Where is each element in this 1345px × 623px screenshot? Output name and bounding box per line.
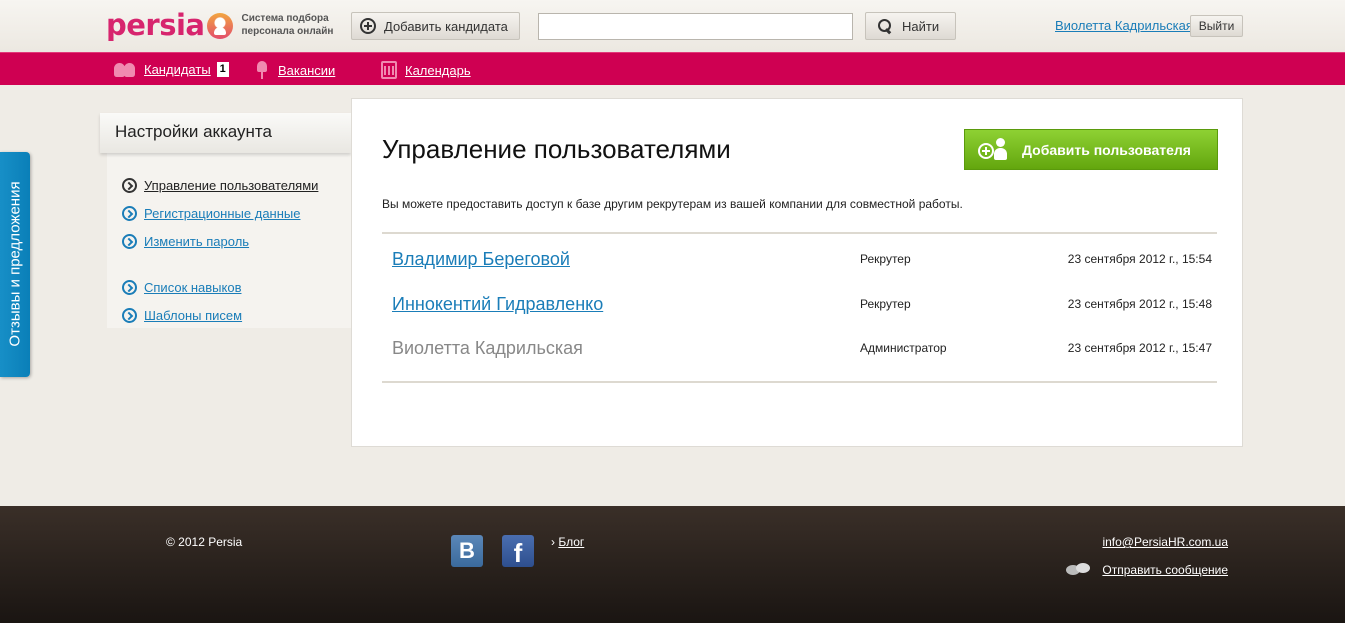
copyright: © 2012 Persia bbox=[166, 535, 243, 549]
send-message: Отправить сообщение bbox=[1066, 563, 1228, 577]
sidebar-item-label[interactable]: Шаблоны писем bbox=[144, 308, 242, 323]
search-button-label: Найти bbox=[902, 18, 940, 34]
chair-icon bbox=[254, 61, 270, 79]
chevron-right-icon bbox=[122, 307, 137, 323]
chevron-right-icon bbox=[122, 177, 137, 193]
user-row: Владимир Береговой Рекрутер 23 сентября … bbox=[382, 241, 1217, 285]
chevron-right-icon: › bbox=[551, 535, 555, 549]
user-row: Виолетта Кадрильская Администратор 23 се… bbox=[382, 330, 1217, 374]
page-title: Управление пользователями bbox=[382, 134, 731, 164]
facebook-icon[interactable]: f bbox=[502, 535, 534, 567]
user-name-text: Виолетта Кадрильская bbox=[392, 338, 583, 358]
user-date: 23 сентября 2012 г., 15:54 bbox=[1067, 252, 1212, 266]
chat-bubbles-icon bbox=[1066, 563, 1092, 577]
logo-tagline: Система подбора персонала онлайн bbox=[242, 12, 334, 38]
add-user-button[interactable]: Добавить пользователя bbox=[964, 129, 1218, 170]
search-input[interactable] bbox=[538, 13, 853, 40]
sidebar-menu: Управление пользователями Регистрационны… bbox=[122, 171, 318, 329]
nav-vacancies-link[interactable]: Вакансии bbox=[278, 63, 335, 78]
candidates-count-badge: 1 bbox=[216, 61, 229, 77]
logo[interactable]: persia Система подбора персонала онлайн bbox=[106, 8, 333, 42]
tagline-line-2: персонала онлайн bbox=[241, 26, 334, 37]
divider bbox=[382, 232, 1217, 234]
footer: © 2012 Persia B f › Блог info@PersiaHR.c… bbox=[0, 506, 1345, 623]
sidebar-item-skills-list[interactable]: Список навыков bbox=[122, 273, 318, 301]
nav-item-candidates[interactable]: Кандидаты 1 bbox=[114, 61, 229, 77]
sidebar-item-label[interactable]: Изменить пароль bbox=[144, 234, 249, 249]
nav-candidates-link[interactable]: Кандидаты bbox=[144, 62, 211, 77]
user-row: Иннокентий Гидравленко Рекрутер 23 сентя… bbox=[382, 286, 1217, 330]
current-user-link[interactable]: Виолетта Кадрильская bbox=[1055, 18, 1193, 33]
chevron-right-icon bbox=[122, 279, 137, 295]
sidebar-item-email-templates[interactable]: Шаблоны писем bbox=[122, 301, 318, 329]
user-role: Рекрутер bbox=[860, 297, 911, 311]
vk-icon[interactable]: B bbox=[451, 535, 483, 567]
user-role: Рекрутер bbox=[860, 252, 911, 266]
main-nav: Кандидаты 1 Вакансии Календарь bbox=[0, 52, 1345, 85]
add-candidate-label: Добавить кандидата bbox=[384, 18, 508, 34]
sidebar-title: Настройки аккаунта bbox=[100, 113, 351, 153]
sidebar-item-change-password[interactable]: Изменить пароль bbox=[122, 227, 318, 255]
chevron-right-icon bbox=[122, 205, 137, 221]
calendar-icon bbox=[381, 61, 397, 79]
blog-link-wrap: › Блог bbox=[551, 535, 584, 549]
people-icon bbox=[114, 61, 136, 77]
nav-calendar-link[interactable]: Календарь bbox=[405, 63, 471, 78]
plus-circle-icon bbox=[360, 18, 376, 34]
blog-link[interactable]: Блог bbox=[558, 535, 584, 549]
tagline-line-1: Система подбора bbox=[241, 13, 329, 24]
email-link[interactable]: info@PersiaHR.com.ua bbox=[1102, 535, 1228, 549]
add-user-label: Добавить пользователя bbox=[1022, 141, 1191, 158]
logo-text: persia bbox=[106, 8, 205, 42]
sidebar-item-registration-data[interactable]: Регистрационные данные bbox=[122, 199, 318, 227]
search-button[interactable]: Найти bbox=[865, 12, 956, 40]
logo-person-icon bbox=[206, 12, 233, 39]
sidebar-item-label[interactable]: Регистрационные данные bbox=[144, 206, 300, 221]
header: persia Система подбора персонала онлайн … bbox=[0, 0, 1345, 52]
sidebar-item-label[interactable]: Управление пользователями bbox=[144, 178, 318, 193]
user-role: Администратор bbox=[860, 341, 947, 355]
search-icon bbox=[878, 18, 893, 34]
user-date: 23 сентября 2012 г., 15:47 bbox=[1067, 341, 1212, 355]
feedback-tab-label: Отзывы и предложения bbox=[6, 181, 24, 347]
user-name-link[interactable]: Владимир Береговой bbox=[392, 249, 570, 270]
sidebar-item-label[interactable]: Список навыков bbox=[144, 280, 242, 295]
settings-sidebar: Настройки аккаунта Управление пользовате… bbox=[100, 113, 351, 329]
send-message-link[interactable]: Отправить сообщение bbox=[1102, 563, 1228, 577]
sidebar-item-user-management[interactable]: Управление пользователями bbox=[122, 171, 318, 199]
logout-button[interactable]: Выйти bbox=[1190, 15, 1243, 37]
user-management-panel: Управление пользователями Добавить польз… bbox=[351, 98, 1243, 447]
nav-item-calendar[interactable]: Календарь bbox=[381, 61, 471, 79]
nav-item-vacancies[interactable]: Вакансии bbox=[254, 61, 335, 79]
feedback-tab[interactable]: Отзывы и предложения bbox=[0, 152, 30, 377]
user-date: 23 сентября 2012 г., 15:48 bbox=[1067, 297, 1212, 311]
divider bbox=[382, 381, 1217, 383]
add-user-icon bbox=[978, 137, 1012, 162]
add-candidate-button[interactable]: Добавить кандидата bbox=[351, 12, 520, 40]
intro-text: Вы можете предоставить доступ к базе дру… bbox=[382, 197, 963, 211]
chevron-right-icon bbox=[122, 233, 137, 249]
user-name-link[interactable]: Иннокентий Гидравленко bbox=[392, 294, 603, 315]
